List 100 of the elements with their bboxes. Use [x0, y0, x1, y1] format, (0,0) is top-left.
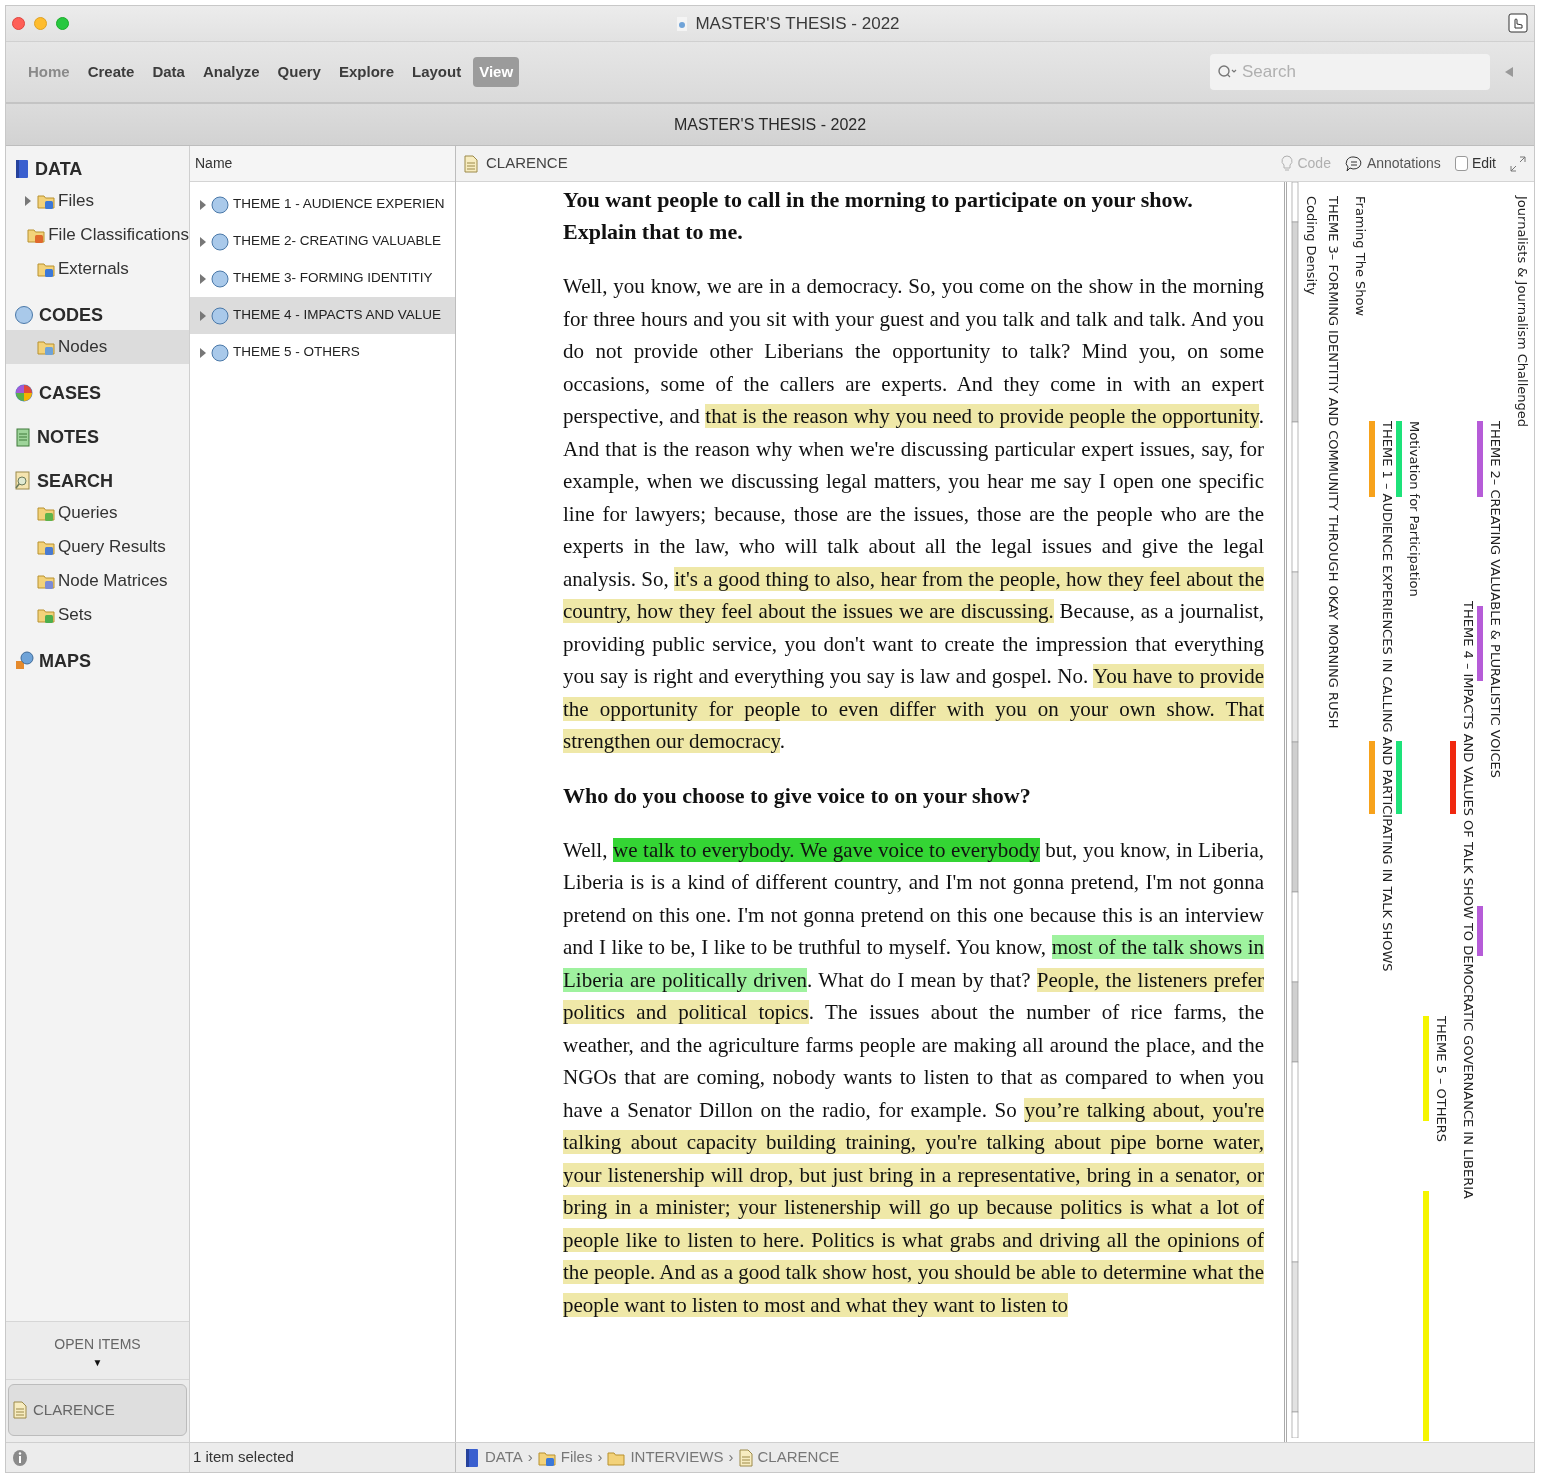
sphere-icon — [211, 343, 229, 362]
stripe-label: Coding Density — [1302, 196, 1320, 297]
magnifier-icon — [14, 471, 32, 491]
node-row[interactable]: THEME 1 - AUDIENCE EXPERIEN — [190, 186, 455, 223]
folder-icon — [37, 504, 55, 522]
nav-item[interactable]: Sets — [6, 598, 189, 632]
expand-arrow-icon[interactable] — [199, 346, 207, 359]
nav-section[interactable]: CASES — [6, 378, 189, 408]
expand-arrow-icon[interactable] — [199, 309, 207, 322]
document-icon — [464, 154, 478, 173]
breadcrumb-link[interactable]: DATA — [485, 1446, 523, 1469]
sphere-icon — [211, 306, 229, 325]
expand-icon[interactable] — [1510, 155, 1526, 172]
node-name: THEME 3- FORMING IDENTITIY — [233, 269, 433, 288]
search-icon — [1218, 64, 1238, 80]
node-name: THEME 5 - OTHERS — [233, 343, 360, 362]
expand-arrow-icon[interactable] — [199, 198, 207, 211]
expand-arrow-icon[interactable] — [24, 195, 32, 207]
breadcrumb-link[interactable]: CLARENCE — [757, 1446, 840, 1469]
folder-icon — [37, 260, 55, 278]
stripe-label: THEME 3– FORMING IDENTITIY AND COMMUNITY THROUGH OKAY MORNING RUSH — [1324, 196, 1342, 729]
sphere-icon — [211, 269, 229, 288]
nav-section[interactable]: MAPS — [6, 646, 189, 676]
node-row[interactable]: THEME 4 - IMPACTS AND VALUE — [190, 297, 455, 334]
breadcrumb-separator: › — [597, 1447, 603, 1468]
nav-item[interactable]: File Classifications — [6, 218, 189, 252]
project-title: MASTER'S THESIS - 2022 — [673, 114, 867, 135]
breadcrumb-link[interactable]: INTERVIEWS — [630, 1446, 724, 1469]
annotations-button[interactable]: Annotations — [1344, 153, 1441, 174]
project-icon — [677, 16, 688, 31]
selection-status: 1 item selected — [193, 1447, 294, 1468]
stripe-label: Framing The Show — [1351, 196, 1369, 317]
ribbon-tab[interactable]: Layout — [406, 56, 468, 88]
ribbon-tab[interactable]: Data — [146, 56, 191, 88]
pie-icon — [14, 383, 34, 403]
sphere-icon — [14, 305, 34, 325]
folder-icon — [37, 572, 55, 590]
stripe-label: THEME 4 – IMPACTS AND VALUES OF TALK SHOW TO DEMOCRATIC GOVERNANCE IN LIBERIA — [1459, 601, 1477, 1199]
map-icon — [14, 651, 34, 671]
folder-icon — [37, 538, 55, 556]
nav-section[interactable]: CODES — [6, 300, 189, 330]
nav-item[interactable]: Node Matrices — [6, 564, 189, 598]
open-item[interactable]: CLARENCE — [8, 1384, 187, 1436]
nav-item[interactable]: Queries — [6, 496, 189, 530]
document-icon — [738, 1448, 753, 1467]
sphere-icon — [211, 232, 229, 251]
stripe-label: THEME 1 – AUDIENCE EXPERIENCES IN CALLING AND PARTICIPATING IN TALK SHOWS — [1378, 421, 1396, 972]
search-field[interactable]: Search — [1210, 54, 1490, 90]
node-name: THEME 4 - IMPACTS AND VALUE — [233, 306, 442, 325]
ribbon-tab[interactable]: Create — [81, 56, 141, 88]
breadcrumb-separator: › — [527, 1447, 533, 1468]
breadcrumb-separator: › — [728, 1447, 734, 1468]
info-icon[interactable] — [12, 1448, 28, 1467]
nav-section[interactable]: DATA — [6, 154, 189, 184]
folder-icon — [27, 226, 46, 244]
interview-answer: Well, you know, we are in a democracy. So, you come on the show in the morning for three hours and you sit with your guest and you talk and talk and talk. And you do not provide other Liberians the opportunity to talk? Mind you, on some occasions, some of the callers are experts. And they come in with an expert perspective, and that is the reason why you need to provide people the opportunity. And that is the reason why when we're discussing particular expert issues, say, for example, when we discussing legal matters, you hear me say I open one specific line for lawyers; because, those are the issues, those are the people who are the experts in the law, who will talk about all the legal issues and give the legal analysis. So, it's a good thing to also, hear from the people, how they feel about the country, how they feel about the issues we are discussing. Because, as a journalist, providing public service, you don't want to create the impression that everything you say is right and everything you say is law and gospel. No. You have to provide the opportunity for people to even differ with you on your own show. That strengthen our democracy. — [563, 273, 1264, 755]
column-header[interactable]: Name — [195, 153, 233, 174]
folder-icon — [37, 192, 55, 210]
node-row[interactable]: THEME 2- CREATING VALUABLE — [190, 223, 455, 260]
interview-answer: Well, we talk to everybody. We gave voice to everybody but, you know, in Liberia, Liberia is is a kind of different country, and I'm not gonna pretend, I'm not gonna pretend on this one. I'm not gonna pretend on this one because this is an interview and I like to be, I like to be truthful to myself. You know, most of the talk shows in Liberia are politically driven. What do I mean by that? People, the listeners prefer politics and political topics. The issues about the number of rice farms, the weather, and the agriculture farms people are making all around the place, and the NGOs that are coming, nobody wants to listen to that as compared to when you have a Senator Dillon on the radio, for example. So you’re talking about, you're talking about capacity building training, you're talking about pipe borne water, your listenership will drop, but just bring in a representative, bring in a senator, or bring in a minister; your listenership will go up because politics is what a lot of people like to listen to here. Politics is what grabs and driving all the opinions of the people. And as a good talk show host, you should be able to determine what the people want to listen to most and what they want to listen to — [563, 836, 1264, 1319]
collapse-icon[interactable] — [1504, 66, 1514, 78]
expand-arrow-icon[interactable] — [199, 272, 207, 285]
folder-icon — [37, 606, 55, 624]
speech-bubble-icon — [1344, 154, 1363, 173]
interview-question: Who do you choose to give voice to on your show? — [563, 781, 1032, 810]
expand-arrow-icon[interactable] — [199, 235, 207, 248]
nav-item[interactable]: Query Results — [6, 530, 189, 564]
open-items-title: OPEN ITEMS — [54, 1334, 141, 1354]
minimize-button[interactable] — [34, 17, 47, 30]
edit-checkbox[interactable]: Edit — [1454, 153, 1496, 174]
nav-item[interactable]: Nodes — [6, 330, 189, 364]
nav-item[interactable]: Files — [6, 184, 189, 218]
folder-icon — [37, 338, 55, 356]
node-row[interactable]: THEME 5 - OTHERS — [190, 334, 455, 371]
stripe-label: Journalists & Journalism Challenged — [1513, 196, 1531, 427]
ribbon-tab[interactable]: Analyze — [196, 56, 266, 88]
stripe-label: THEME 5 – OTHERS — [1432, 1016, 1450, 1142]
interview-question: You want people to call in the morning to participate on your show. Explain that to me. — [563, 186, 1194, 246]
node-name: THEME 1 - AUDIENCE EXPERIEN — [233, 195, 445, 214]
node-row[interactable]: THEME 3- FORMING IDENTITIY — [190, 260, 455, 297]
hand-icon[interactable] — [1508, 12, 1528, 35]
zoom-button[interactable] — [56, 17, 69, 30]
ribbon-tab[interactable]: Query — [271, 56, 327, 88]
stripe-label: THEME 2– CREATING VALUABLE & PLURALISTIC VOICES — [1486, 421, 1504, 778]
sphere-icon — [211, 195, 229, 214]
nav-section[interactable]: SEARCH — [6, 466, 189, 496]
notepad-icon — [14, 427, 32, 447]
lightbulb-icon — [1281, 154, 1294, 173]
book-icon — [14, 159, 30, 179]
close-button[interactable] — [12, 17, 25, 30]
ribbon-tab[interactable]: Explore — [332, 56, 400, 88]
document-icon — [13, 1401, 27, 1419]
document-title: CLARENCE — [486, 153, 568, 174]
stripe-label: Motivation for Participation — [1405, 421, 1423, 597]
breadcrumb-link[interactable]: Files — [560, 1446, 593, 1469]
book-icon — [464, 1447, 480, 1468]
window-title: MASTER'S THESIS - 2022 — [695, 12, 900, 35]
node-name: THEME 2- CREATING VALUABLE — [233, 232, 442, 251]
nav-item[interactable]: Externals — [6, 252, 189, 286]
nav-section[interactable]: NOTES — [6, 422, 189, 452]
